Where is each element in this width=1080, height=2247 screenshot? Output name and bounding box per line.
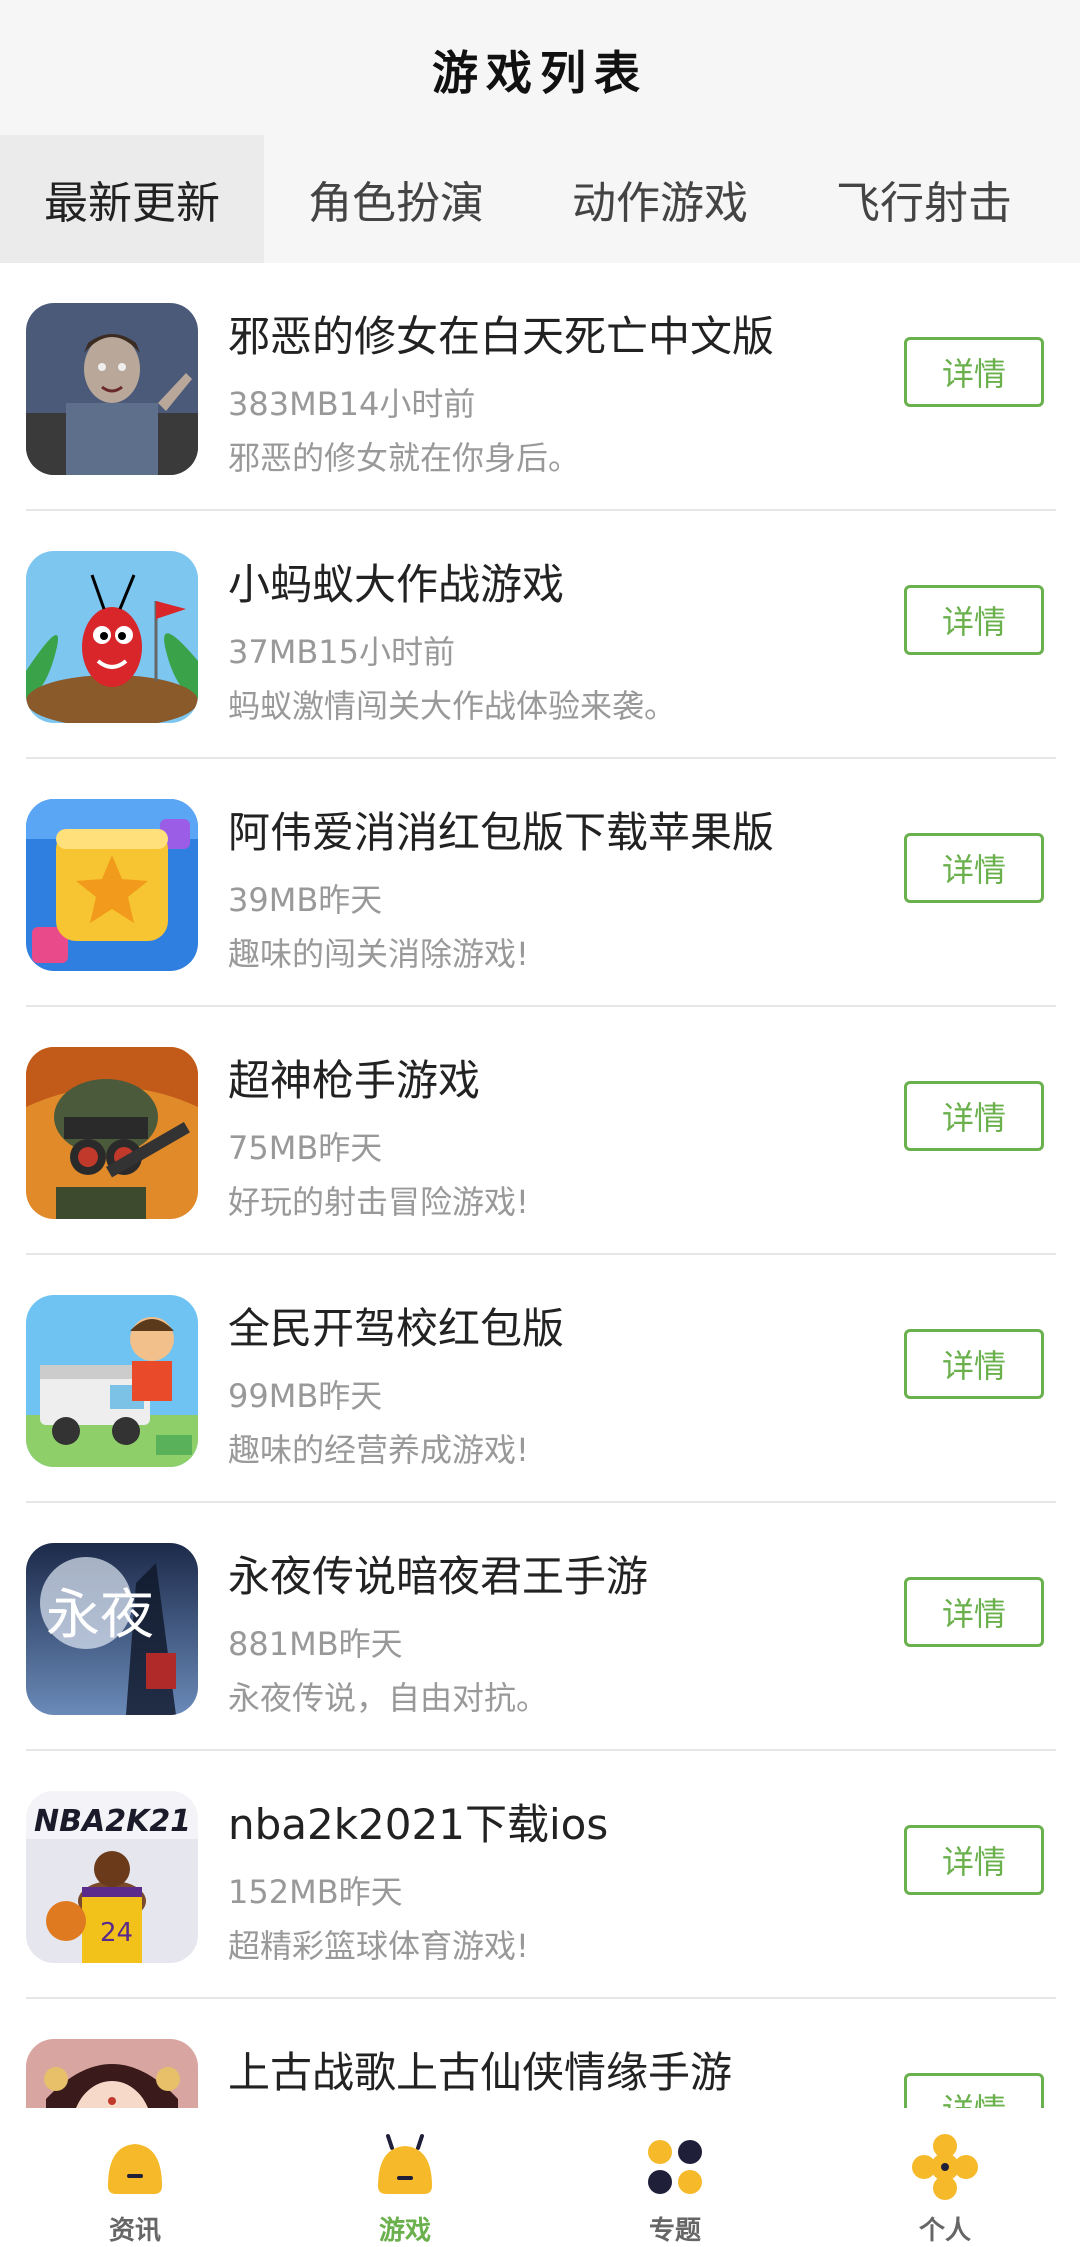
nav-news[interactable]: 资讯 — [0, 2108, 270, 2247]
list-item[interactable]: NBA2K21 24 nba2k2021下载ios 152MB昨天 超精彩篮球体… — [26, 1751, 1056, 1999]
details-button[interactable]: 详情 — [904, 1329, 1044, 1399]
game-description: 好玩的射击冒险游戏! — [228, 1183, 529, 1221]
game-meta: 152MB昨天 — [228, 1873, 403, 1911]
game-title[interactable]: 阿伟爱消消红包版下载苹果版 — [228, 799, 774, 860]
game-icon — [378, 2134, 432, 2194]
list-item[interactable]: 永夜 永夜传说暗夜君王手游 881MB昨天 永夜传说，自由对抗。 详情 — [26, 1503, 1056, 1751]
game-meta: 39MB昨天 — [228, 881, 383, 919]
star-block-game-icon[interactable] — [26, 799, 198, 971]
list-item[interactable]: 全民开驾校红包版 99MB昨天 趣味的经营养成游戏! 详情 — [26, 1255, 1056, 1503]
game-meta: 75MB昨天 — [228, 1129, 383, 1167]
game-title[interactable]: 永夜传说暗夜君王手游 — [228, 1543, 648, 1604]
tab-shooting[interactable]: 飞行射击 — [792, 135, 1056, 263]
zombie-game-icon[interactable] — [26, 303, 198, 475]
game-description: 邪恶的修女就在你身后。 — [228, 439, 581, 477]
game-list: 邪恶的修女在白天死亡中文版 383MB14小时前 邪恶的修女就在你身后。 详情 … — [0, 263, 1080, 2108]
list-item[interactable]: 邪恶的修女在白天死亡中文版 383MB14小时前 邪恶的修女就在你身后。 详情 — [26, 263, 1056, 511]
news-icon — [108, 2144, 162, 2194]
details-button[interactable]: 详情 — [904, 1081, 1044, 1151]
details-button[interactable]: 详情 — [904, 1825, 1044, 1895]
nav-label: 游戏 — [378, 2216, 431, 2246]
svg-text:NBA2K21: NBA2K21 — [34, 1804, 191, 1839]
list-item[interactable]: 阿伟爱消消红包版下载苹果版 39MB昨天 趣味的闯关消除游戏! 详情 — [26, 759, 1056, 1007]
nav-profile[interactable]: 个人 — [810, 2108, 1080, 2247]
svg-text:24: 24 — [100, 1918, 133, 1948]
tab-latest[interactable]: 最新更新 — [0, 135, 264, 263]
bottom-navigation: 资讯 游戏 专题 个人 — [0, 2108, 1080, 2247]
xianxia-game-icon[interactable] — [26, 2039, 198, 2108]
nav-label: 个人 — [918, 2216, 971, 2246]
nav-label: 专题 — [648, 2216, 701, 2246]
game-description: 超精彩篮球体育游戏! — [228, 1927, 529, 1965]
game-title[interactable]: 小蚂蚁大作战游戏 — [228, 551, 564, 612]
list-item[interactable]: 上古战歌上古仙侠情缘手游 详情 — [26, 1999, 1056, 2108]
ant-game-icon[interactable] — [26, 551, 198, 723]
game-title[interactable]: 全民开驾校红包版 — [228, 1295, 564, 1356]
nav-label: 资讯 — [108, 2216, 161, 2246]
details-button[interactable]: 详情 — [904, 585, 1044, 655]
game-description: 蚂蚁激情闯关大作战体验来袭。 — [228, 687, 677, 725]
game-description: 永夜传说，自由对抗。 — [228, 1679, 549, 1717]
game-title[interactable]: 上古战歌上古仙侠情缘手游 — [228, 2039, 732, 2100]
details-button[interactable]: 详情 — [904, 1577, 1044, 1647]
list-item[interactable]: 超神枪手游戏 75MB昨天 好玩的射击冒险游戏! 详情 — [26, 1007, 1056, 1255]
category-tabs: 最新更新 角色扮演 动作游戏 飞行射击 — [0, 135, 1080, 263]
tab-rpg[interactable]: 角色扮演 — [264, 135, 528, 263]
details-button[interactable]: 详情 — [904, 2073, 1044, 2108]
game-title[interactable]: nba2k2021下载ios — [228, 1791, 608, 1852]
nav-games[interactable]: 游戏 — [270, 2108, 540, 2247]
svg-text:永夜: 永夜 — [46, 1583, 154, 1646]
game-title[interactable]: 邪恶的修女在白天死亡中文版 — [228, 303, 774, 364]
page-title: 游戏列表 — [432, 45, 648, 100]
tab-action[interactable]: 动作游戏 — [528, 135, 792, 263]
game-description: 趣味的经营养成游戏! — [228, 1431, 529, 1469]
game-meta: 383MB14小时前 — [228, 385, 476, 423]
details-button[interactable]: 详情 — [904, 337, 1044, 407]
details-button[interactable]: 详情 — [904, 833, 1044, 903]
nav-topics[interactable]: 专题 — [540, 2108, 810, 2247]
profile-icon — [912, 2134, 978, 2200]
topic-icon — [648, 2140, 702, 2194]
game-meta: 37MB15小时前 — [228, 633, 456, 671]
game-meta: 99MB昨天 — [228, 1377, 383, 1415]
driving-school-game-icon[interactable] — [26, 1295, 198, 1467]
night-legend-game-icon[interactable]: 永夜 — [26, 1543, 198, 1715]
gunner-game-icon[interactable] — [26, 1047, 198, 1219]
game-meta: 881MB昨天 — [228, 1625, 403, 1663]
game-description: 趣味的闯关消除游戏! — [228, 935, 529, 973]
list-item[interactable]: 小蚂蚁大作战游戏 37MB15小时前 蚂蚁激情闯关大作战体验来袭。 详情 — [26, 511, 1056, 759]
game-title[interactable]: 超神枪手游戏 — [228, 1047, 480, 1108]
top-header: 游戏列表 — [0, 0, 1080, 135]
nba2k21-game-icon[interactable]: NBA2K21 24 — [26, 1791, 198, 1963]
